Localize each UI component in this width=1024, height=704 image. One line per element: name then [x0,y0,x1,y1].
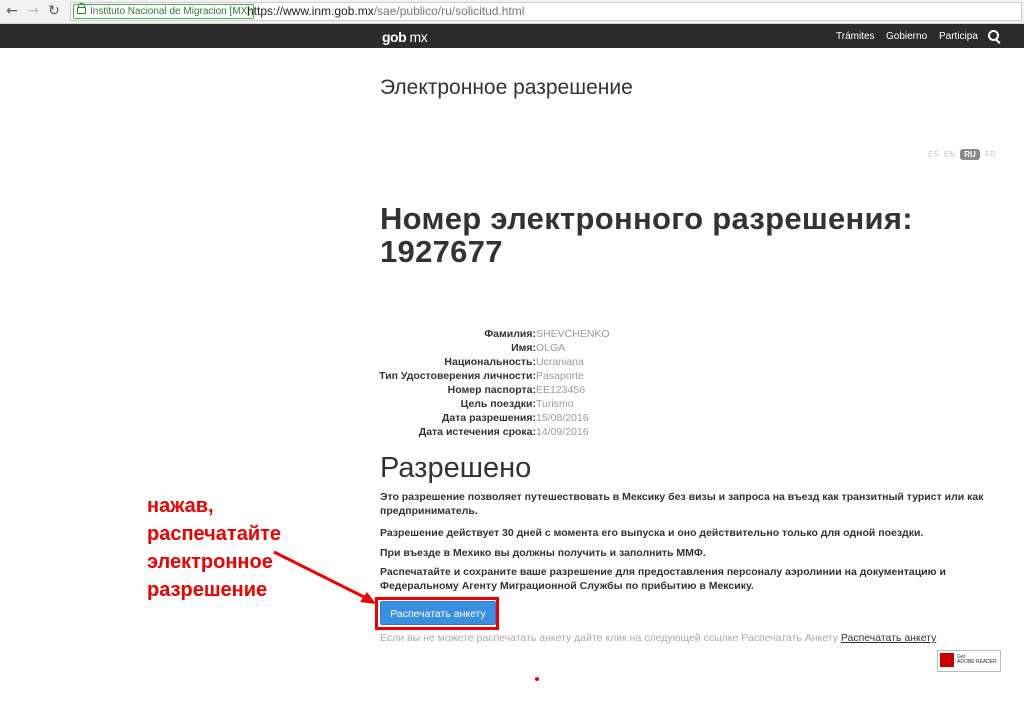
detail-label: Национальность: [444,356,536,368]
get-adobe-reader-badge[interactable]: Get ADOBE READER [937,650,1001,672]
adobe-reader-icon [940,653,954,667]
annotation-line: распечатайте [147,523,282,545]
address-bar[interactable]: Instituto Nacional de Migracion [MX] htt… [70,2,1022,21]
detail-row-passport: Номер паспорта: EE123456 [300,383,800,397]
brand-main: gob [382,29,407,45]
detail-row-expiry-date: Дата истечения срока: 14/09/2016 [300,425,800,439]
search-icon[interactable] [988,30,999,41]
detail-row-purpose: Цель поездки: Turismo [300,397,800,411]
page-title: Электронное разрешение [380,76,633,99]
permit-number-heading: Номер электронного разрешения: 1927677 [380,202,980,268]
annotation-text: нажав, распечатайте электронное разрешен… [147,492,281,604]
lang-es[interactable]: ES [928,150,939,159]
detail-value: 15/08/2016 [536,412,589,424]
detail-value: Turismo [536,398,574,410]
detail-row-name: Имя: OLGA [300,341,800,355]
lang-en[interactable]: EN [944,150,955,159]
url-host: https://www.inm.gob.mx [247,4,374,18]
status-heading: Разрешено [380,452,532,484]
ev-certificate-badge[interactable]: Instituto Nacional de Migracion [MX] [73,3,255,19]
ev-certificate-label: Instituto Nacional de Migracion [MX] [90,6,251,17]
detail-label: Цель поездки: [460,398,536,410]
status-paragraph: Это разрешение позволяет путешествовать … [380,491,984,517]
adobe-reader-text: Get ADOBE READER [957,655,997,665]
lock-icon [77,3,86,14]
detail-value: Pasaporte [536,370,584,382]
detail-label: Дата разрешения: [441,412,536,424]
print-hint: Если вы не можете распечатать анкету дай… [380,632,936,644]
annotation-line: нажав, [147,495,214,517]
lang-fr[interactable]: FR [985,150,996,159]
print-form-link[interactable]: Распечатать анкету [841,632,937,644]
detail-value: Ucraniana [536,356,584,368]
back-arrow-icon[interactable]: ← [4,2,20,20]
annotation-line: разрешение [147,579,268,601]
print-hint-text: Если вы не можете распечатать анкету дай… [380,632,841,644]
status-paragraph: Разрешение действует 30 дней с момента е… [380,527,924,539]
detail-value: OLGA [536,342,566,354]
lang-ru-active[interactable]: RU [960,149,980,160]
site-header: gob mx Trámites Gobierno Participa [0,24,1024,48]
print-form-button[interactable]: Распечатать анкету [380,601,496,625]
status-paragraph: Распечатайте и сохраните ваше разрешение… [380,566,946,592]
nav-tramites[interactable]: Trámites [836,31,875,42]
status-paragraph: При въезде в Мехико вы должны получить и… [380,547,706,559]
nav-gobierno[interactable]: Gobierno [886,31,927,42]
url-path: /sae/publico/ru/solicitud.html [373,4,525,18]
detail-value: EE123456 [536,384,586,396]
browser-toolbar: ← → ↻ Instituto Nacional de Migracion [M… [0,0,1024,24]
detail-label: Имя: [511,342,536,354]
annotation-arrow [273,550,376,604]
nav-participa[interactable]: Participa [939,31,978,42]
url-text[interactable]: https://www.inm.gob.mx/sae/publico/ru/so… [247,4,524,18]
detail-row-surname: Фамилия: SHEVCHENKO [300,327,800,341]
detail-row-issue-date: Дата разрешения: 15/08/2016 [300,411,800,425]
red-dot-marker [535,677,539,681]
permit-number-value: 1927677 [380,234,503,269]
reload-icon[interactable]: ↻ [46,2,62,20]
detail-value: SHEVCHENKO [536,328,610,340]
detail-row-id-type: Тип Удостоверения личности: Pasaporte [300,369,800,383]
annotation-line: электронное [147,551,273,573]
detail-value: 14/09/2016 [536,426,589,438]
brand-suffix: mx [409,29,428,45]
forward-arrow-icon[interactable]: → [25,2,41,20]
detail-row-nationality: Национальность: Ucraniana [300,355,800,369]
gob-mx-logo[interactable]: gob mx [382,29,428,45]
detail-label: Номер паспорта: [447,384,536,396]
permit-number-label: Номер электронного разрешения: [380,201,913,236]
detail-label: Тип Удостоверения личности: [379,370,536,382]
detail-label: Дата истечения срока: [418,426,536,438]
adobe-reader-label: ADOBE READER [957,659,997,665]
detail-label: Фамилия: [484,328,536,340]
